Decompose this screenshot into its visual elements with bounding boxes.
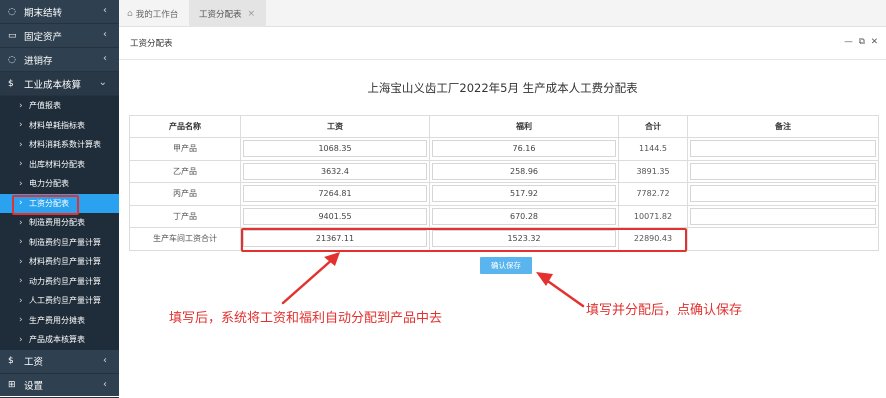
annotation-left: 填写后，系统将工资和福利自动分配到产品中去 xyxy=(169,311,443,326)
arrow-left-line xyxy=(281,256,336,305)
annotation-arrows xyxy=(281,252,585,308)
annotation-right: 填写并分配后，点确认保存 xyxy=(586,303,743,318)
